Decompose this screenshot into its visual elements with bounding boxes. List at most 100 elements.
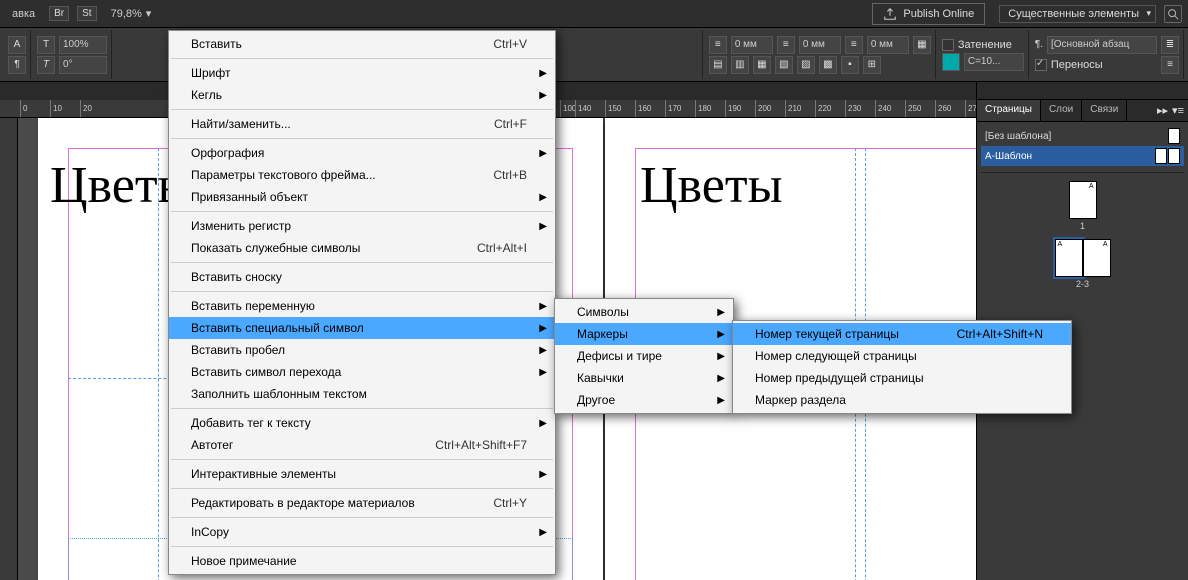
bridge-badge[interactable]: Br [49,6,69,21]
submenu-arrow-icon: ▶ [539,469,547,480]
menu-item[interactable]: Вставить переменную▶ [169,295,555,317]
dim3-input[interactable]: 0 мм [867,36,909,54]
align5-icon[interactable]: ▨ [797,56,815,74]
panel-drag-bar[interactable] [977,82,1188,100]
page-thumb-2[interactable]: A [1055,239,1083,277]
menu-item[interactable]: Вставить сноску [169,266,555,288]
grid-icon[interactable]: ⊞ [863,56,881,74]
align3-icon[interactable]: ▦ [753,56,771,74]
menu-item[interactable]: Заполнить шаблонным текстом [169,383,555,405]
collapse-icon[interactable]: ▸▸ [1157,104,1168,117]
ruler-tick: 190 [725,100,741,117]
workspace-dropdown[interactable]: Существенные элементы [999,5,1156,23]
tab-layers[interactable]: Слои [1041,100,1082,121]
menu-item[interactable]: Дефисы и тире▶ [555,345,733,367]
swatch-input[interactable]: C=10... [964,53,1024,71]
menu-item[interactable]: Кавычки▶ [555,367,733,389]
tab-links[interactable]: Связи [1082,100,1127,121]
menu-item[interactable]: Орфография▶ [169,142,555,164]
submenu-arrow-icon: ▶ [539,323,547,334]
search-button[interactable] [1164,5,1182,23]
ruler-tick: 160 [635,100,651,117]
stock-badge[interactable]: St [77,6,96,21]
submenu-arrow-icon: ▶ [717,351,725,362]
menu-item[interactable]: Вставить пробел▶ [169,339,555,361]
ruler-tick: 10 [50,100,62,117]
para-style-dropdown[interactable]: [Основной абзац [1047,36,1157,54]
page-thumb-3[interactable]: A [1083,239,1111,277]
menu-item[interactable]: Маркеры▶ [555,323,733,345]
char-mode-icon[interactable]: A [8,36,26,54]
menu-item[interactable]: Номер текущей страницыCtrl+Alt+Shift+N [733,323,1071,345]
menu-item[interactable]: Номер следующей страницы [733,345,1071,367]
master-a-row[interactable]: A-Шаблон [981,146,1184,166]
menu-item[interactable]: Символы▶ [555,301,733,323]
inset3-icon[interactable]: ≡ [845,36,863,54]
menu-item[interactable]: Другое▶ [555,389,733,411]
submenu-arrow-icon: ▶ [539,345,547,356]
swatch-icon[interactable] [942,53,960,71]
menu-item[interactable]: Новое примечание [169,550,555,572]
menu-item[interactable]: Параметры текстового фрейма...Ctrl+B [169,164,555,186]
menu-shortcut: Ctrl+Y [493,496,527,510]
menu-item[interactable]: Показать служебные символыCtrl+Alt+I [169,237,555,259]
publish-online-button[interactable]: Publish Online [872,3,985,25]
master-thumb-page [1168,128,1180,144]
menu-item-label: Орфография [191,146,264,160]
menu-item[interactable]: Добавить тег к тексту▶ [169,412,555,434]
align1-icon[interactable]: ▤ [709,56,727,74]
zoom-level[interactable]: 79,8% ▾ [105,5,158,22]
menu-item[interactable]: Маркер раздела [733,389,1071,411]
inset2-icon[interactable]: ≡ [777,36,795,54]
menu-item[interactable]: Шрифт▶ [169,62,555,84]
menu-item-label: Вставить специальный символ [191,321,364,335]
menu-item[interactable]: Вставить символ перехода▶ [169,361,555,383]
headline-text[interactable]: Цветы [640,156,783,215]
page-thumb-1[interactable]: A [1069,181,1097,219]
page-caption: 2-3 [1055,279,1111,289]
align4-icon[interactable]: ▧ [775,56,793,74]
vertical-ruler [0,118,18,580]
menu-item[interactable]: Найти/заменить...Ctrl+F [169,113,555,135]
ruler-tick: 140 [575,100,591,117]
master-none-row[interactable]: [Без шаблона] [981,126,1184,146]
submenu-arrow-icon: ▶ [539,527,547,538]
dim2-input[interactable]: 0 мм [799,36,841,54]
hyphen-checkbox[interactable] [1035,59,1047,71]
inset-icon[interactable]: ≡ [709,36,727,54]
para-mode-icon[interactable]: ¶ [8,56,26,74]
menu-item-label: Добавить тег к тексту [191,416,311,430]
menu-item[interactable]: Изменить регистр▶ [169,215,555,237]
menu-item[interactable]: ВставитьCtrl+V [169,33,555,55]
type-tool-alt-icon[interactable]: T [37,56,55,74]
page-prefix: A [1103,241,1108,248]
page-spread-thumb[interactable]: A A [1055,239,1111,277]
menu-separator [171,488,553,489]
ruler-tick: 210 [785,100,801,117]
align6-icon[interactable]: ▩ [819,56,837,74]
menu-item[interactable]: Номер предыдущей страницы [733,367,1071,389]
submenu-arrow-icon: ▶ [717,373,725,384]
align2-icon[interactable]: ▥ [731,56,749,74]
menu-item[interactable]: АвтотегCtrl+Alt+Shift+F7 [169,434,555,456]
scale-input[interactable]: 100% [59,36,107,54]
menu-item[interactable]: Привязанный объект▶ [169,186,555,208]
shade-checkbox[interactable] [942,39,954,51]
menu-item-label: Автотег [191,438,233,452]
para-opts-icon[interactable]: ≣ [1161,36,1179,54]
menu-item[interactable]: Вставить специальный символ ▶ [169,317,555,339]
angle-input[interactable]: 0° [59,56,107,74]
menu-item[interactable]: Кегль▶ [169,84,555,106]
panel-menu-icon[interactable]: ▾≡ [1172,104,1184,117]
submenu-arrow-icon: ▶ [539,192,547,203]
menu-item[interactable]: Редактировать в редакторе материаловCtrl… [169,492,555,514]
menu-fragment[interactable]: авка [6,6,41,22]
align7-icon[interactable]: ▪ [841,56,859,74]
menu-item[interactable]: Интерактивные элементы▶ [169,463,555,485]
misc-icon[interactable]: ▦ [913,36,931,54]
menu-item[interactable]: InCopy▶ [169,521,555,543]
tab-pages[interactable]: Страницы [977,100,1041,121]
dim1-input[interactable]: 0 мм [731,36,773,54]
panel-menu-icon[interactable]: ≡ [1161,56,1179,74]
type-tool-icon[interactable]: T [37,36,55,54]
